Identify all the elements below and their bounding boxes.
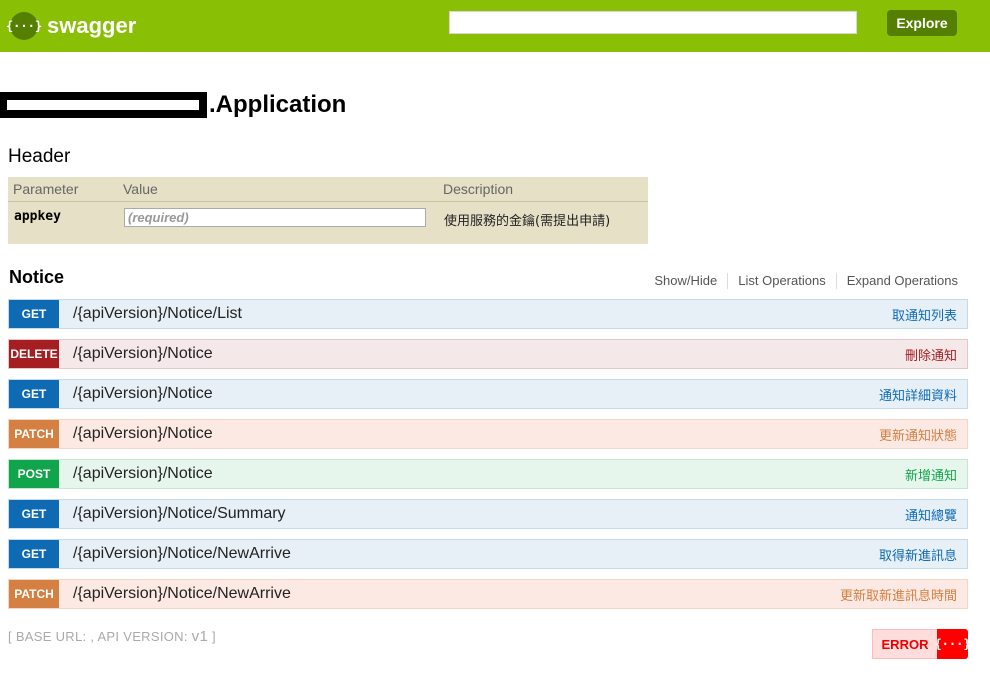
operation-path: /{apiVersion}/Notice/NewArrive	[73, 585, 291, 602]
operation-row-delete-notice[interactable]: DELETE /{apiVersion}/Notice 刪除通知	[8, 339, 968, 369]
header-params-table: Parameter Value Description appkey 使用服務的…	[8, 177, 648, 244]
error-label: ERROR	[872, 629, 937, 659]
http-method-badge: GET	[9, 540, 59, 568]
validator-icon: {···}	[934, 629, 971, 659]
column-header-description: Description	[443, 181, 514, 197]
operation-summary: 新增通知	[904, 468, 957, 484]
api-url-input[interactable]	[449, 11, 857, 34]
column-header-parameter: Parameter	[13, 181, 79, 197]
operation-path: /{apiVersion}/Notice/List	[73, 305, 242, 322]
http-method-badge: PATCH	[9, 420, 59, 448]
appkey-input[interactable]	[124, 208, 426, 227]
operation-row-post-notice[interactable]: POST /{apiVersion}/Notice 新增通知	[8, 459, 968, 489]
api-title-suffix: .Application	[209, 91, 347, 118]
operation-row-patch-notice-newarrive[interactable]: PATCH /{apiVersion}/Notice/NewArrive 更新取…	[8, 579, 968, 609]
operation-path: /{apiVersion}/Notice	[73, 385, 213, 402]
http-method-badge: GET	[9, 500, 59, 528]
operation-row-get-notice[interactable]: GET /{apiVersion}/Notice 通知詳細資料	[8, 379, 968, 409]
resource-name[interactable]: Notice	[9, 267, 64, 288]
operation-path: /{apiVersion}/Notice/Summary	[73, 505, 286, 522]
operation-path: /{apiVersion}/Notice	[73, 425, 213, 442]
api-title: .Application	[0, 90, 346, 120]
base-url-label: [ BASE URL: , API VERSION:	[8, 629, 192, 644]
operation-row-get-notice-summary[interactable]: GET /{apiVersion}/Notice/Summary 通知總覽	[8, 499, 968, 529]
operation-summary: 通知總覽	[904, 508, 957, 524]
expand-operations-link[interactable]: Expand Operations	[837, 273, 958, 289]
operation-path: /{apiVersion}/Notice/NewArrive	[73, 545, 291, 562]
base-url-close: ]	[208, 629, 216, 644]
http-method-badge: DELETE	[9, 340, 59, 368]
top-bar: {···} swagger Explore	[0, 0, 990, 52]
operation-row-get-notice-list[interactable]: GET /{apiVersion}/Notice/List 取通知列表	[8, 299, 968, 329]
operation-path: /{apiVersion}/Notice	[73, 465, 213, 482]
operation-summary: 更新取新進訊息時間	[839, 588, 957, 604]
operation-summary: 更新通知狀態	[878, 428, 957, 444]
base-url-info: [ BASE URL: , API VERSION: v1 ]	[8, 628, 216, 645]
swagger-logo-icon: {···}	[6, 12, 42, 40]
http-method-badge: GET	[9, 380, 59, 408]
operation-summary: 刪除通知	[904, 348, 957, 364]
operation-summary: 取通知列表	[891, 308, 957, 324]
table-divider	[8, 201, 648, 202]
http-method-badge: POST	[9, 460, 59, 488]
operation-summary: 通知詳細資料	[878, 388, 957, 404]
swagger-logo[interactable]: {···} swagger	[6, 12, 137, 40]
redacted-block	[0, 92, 207, 118]
validator-error-badge[interactable]: ERROR {···}	[872, 629, 971, 659]
explore-button[interactable]: Explore	[887, 10, 957, 36]
swagger-logo-text: swagger	[47, 13, 137, 38]
param-description-appkey: 使用服務的金鑰(需提出申請)	[444, 214, 611, 229]
list-operations-link[interactable]: List Operations	[728, 273, 835, 289]
resource-actions: Show/Hide List Operations Expand Operati…	[644, 273, 958, 289]
operation-summary: 取得新進訊息	[878, 548, 957, 564]
param-name-appkey: appkey	[14, 209, 61, 224]
operation-row-patch-notice[interactable]: PATCH /{apiVersion}/Notice 更新通知狀態	[8, 419, 968, 449]
operation-path: /{apiVersion}/Notice	[73, 345, 213, 362]
column-header-value: Value	[123, 181, 158, 197]
operation-row-get-notice-newarrive[interactable]: GET /{apiVersion}/Notice/NewArrive 取得新進訊…	[8, 539, 968, 569]
http-method-badge: PATCH	[9, 580, 59, 608]
http-method-badge: GET	[9, 300, 59, 328]
show-hide-link[interactable]: Show/Hide	[644, 273, 727, 289]
header-params-title: Header	[8, 146, 71, 167]
api-version: v1	[191, 628, 209, 645]
